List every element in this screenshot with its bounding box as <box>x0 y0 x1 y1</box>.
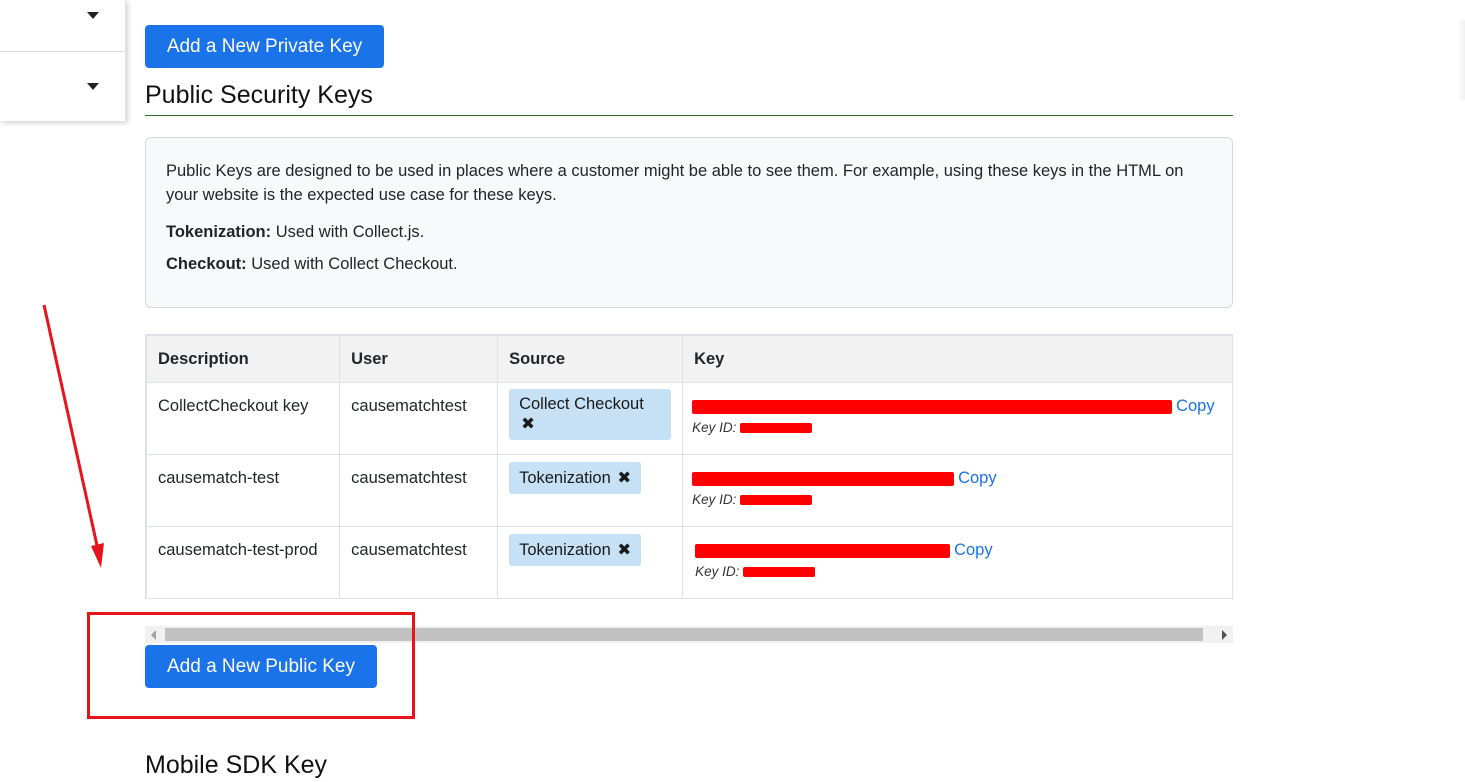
column-header-user: User <box>339 335 499 383</box>
cell-description: causematch-test-prod <box>146 526 341 598</box>
key-value <box>692 469 955 488</box>
scroll-right-arrow-icon[interactable] <box>1222 630 1227 640</box>
cell-description: causematch-test <box>146 454 341 527</box>
close-icon[interactable]: ✖ <box>617 541 631 559</box>
table-row: CollectCheckout key causematchtest Colle… <box>146 382 1233 455</box>
cell-user: causematchtest <box>339 526 499 598</box>
key-id: Key ID: <box>695 564 1221 579</box>
table-row: causematch-test-prod causematchtest Toke… <box>146 526 1233 598</box>
copy-link[interactable]: Copy <box>1176 397 1215 415</box>
annotation-highlight-box <box>87 612 415 719</box>
public-keys-table: Description User Source Key CollectCheck… <box>146 335 1233 598</box>
column-header-key: Key <box>682 335 1233 383</box>
redacted-key <box>695 543 951 558</box>
cell-source: Collect Checkout ✖ <box>497 382 684 455</box>
mobile-sdk-section-title: Mobile SDK Key <box>145 751 328 779</box>
redacted-key-id <box>740 495 813 506</box>
source-badge-label: Tokenization <box>519 541 611 559</box>
info-tokenization: Tokenization: Used with Collect.js. <box>166 220 1212 244</box>
cell-key: Copy Key ID: <box>682 454 1233 527</box>
cell-source: Tokenization ✖ <box>497 526 684 598</box>
close-icon[interactable]: ✖ <box>617 469 631 487</box>
column-header-source: Source <box>497 335 684 383</box>
copy-link[interactable]: Copy <box>954 541 993 559</box>
dropdown-row-1[interactable] <box>0 0 125 52</box>
page-edge-shadow <box>1457 20 1465 100</box>
caret-down-icon[interactable] <box>87 12 99 19</box>
dropdown-row-2[interactable] <box>0 52 125 121</box>
source-badge: Collect Checkout ✖ <box>509 389 672 440</box>
close-icon[interactable]: ✖ <box>521 415 535 433</box>
source-badge-label: Tokenization <box>519 469 611 487</box>
info-box: Public Keys are designed to be used in p… <box>145 137 1233 308</box>
section-title: Public Security Keys <box>145 78 1233 116</box>
key-value <box>692 397 1173 416</box>
source-badge: Tokenization ✖ <box>509 462 642 494</box>
table-row: causematch-test causematchtest Tokenizat… <box>146 454 1233 527</box>
tokenization-text: Used with Collect.js. <box>271 223 425 241</box>
add-private-key-button[interactable]: Add a New Private Key <box>145 25 384 68</box>
dropdown-panel <box>0 0 126 121</box>
key-value <box>695 541 951 560</box>
source-badge: Tokenization ✖ <box>509 534 642 566</box>
key-id-label: Key ID: <box>692 492 737 507</box>
redacted-key-id <box>740 423 813 434</box>
redacted-key-id <box>743 567 816 578</box>
table-header-row: Description User Source Key <box>146 335 1233 383</box>
info-intro: Public Keys are designed to be used in p… <box>166 162 1184 204</box>
key-id-label: Key ID: <box>692 420 737 435</box>
cell-source: Tokenization ✖ <box>497 454 684 527</box>
cell-key: Copy Key ID: <box>682 382 1233 455</box>
column-header-description: Description <box>146 335 341 383</box>
copy-link[interactable]: Copy <box>958 469 997 487</box>
redacted-key <box>692 399 1173 414</box>
cell-description: CollectCheckout key <box>146 382 341 455</box>
cell-user: causematchtest <box>339 382 499 455</box>
redacted-key <box>692 471 955 486</box>
info-checkout: Checkout: Used with Collect Checkout. <box>166 252 1212 276</box>
checkout-text: Used with Collect Checkout. <box>246 255 458 273</box>
key-id: Key ID: <box>692 492 1221 507</box>
source-badge-label: Collect Checkout <box>519 395 644 413</box>
key-id: Key ID: <box>692 420 1221 435</box>
tokenization-label: Tokenization: <box>166 223 272 241</box>
public-keys-table-wrapper: Description User Source Key CollectCheck… <box>145 334 1233 599</box>
checkout-label: Checkout: <box>166 255 247 273</box>
key-id-label: Key ID: <box>695 564 740 579</box>
cell-key: Copy Key ID: <box>682 526 1233 598</box>
cell-user: causematchtest <box>339 454 499 527</box>
caret-down-icon[interactable] <box>87 83 99 90</box>
